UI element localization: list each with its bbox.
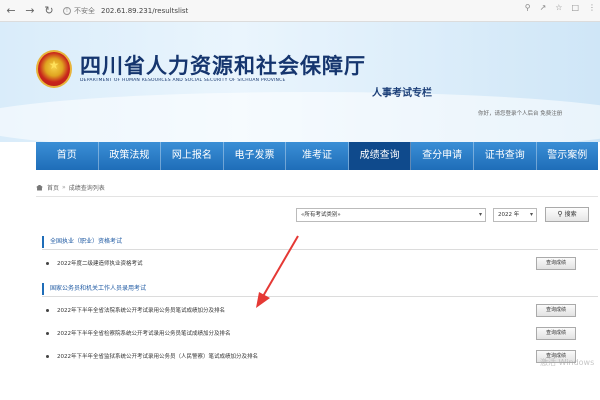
divider — [36, 196, 598, 197]
nav-item[interactable]: 电子发票 — [224, 142, 287, 170]
forward-icon[interactable]: → — [22, 3, 38, 19]
list-item: 2022年下半年全省检察院系统公开考试录用公务员笔试成绩加分及排名 查询成绩 — [46, 327, 588, 341]
breadcrumb-separator: » — [62, 184, 66, 191]
bullet-icon — [46, 355, 49, 358]
nav-item[interactable]: 准考证 — [286, 142, 349, 170]
exam-title[interactable]: 2022年下半年全省检察院系统公开考试录用公务员笔试成绩加分及排名 — [57, 327, 231, 341]
exam-title[interactable]: 2022年度二级建造师执业资格考试 — [57, 257, 143, 271]
exam-type-select[interactable]: «所有考试类别» ▾ — [296, 208, 486, 222]
bullet-icon — [46, 332, 49, 335]
warning-icon: ! — [63, 6, 71, 15]
breadcrumb: 首页 » 成绩查询列表 — [36, 183, 105, 192]
bullet-icon — [46, 262, 49, 265]
nav-item[interactable]: 警示案例 — [537, 142, 599, 170]
list-item: 2022年下半年全省监狱系统公开考试录用公务员（人民警察）笔试成绩加分及排名 查询… — [46, 350, 588, 364]
exam-title[interactable]: 2022年下半年全省法院系统公开考试录用公务员笔试成绩加分及排名 — [57, 304, 225, 318]
nav-item[interactable]: 网上报名 — [161, 142, 224, 170]
nav-item[interactable]: 成绩查询 — [348, 142, 412, 170]
query-score-button[interactable]: 查询成绩 — [536, 304, 576, 317]
list-item: 2022年度二级建造师执业资格考试 查询成绩 — [46, 257, 588, 271]
login-links[interactable]: 你好，请您登录个人后台 免费注册 — [478, 109, 562, 117]
search-button-label: 搜索 — [564, 211, 577, 218]
site-title: 四川省人力资源和社会保障厅 — [80, 53, 366, 78]
list-item: 2022年下半年全省法院系统公开考试录用公务员笔试成绩加分及排名 查询成绩 — [46, 304, 588, 318]
url-text: 202.61.89.231/resultslist — [101, 6, 189, 15]
site-title-english: DEPARTMENT OF HUMAN RESOURCES AND SOCIAL… — [80, 78, 286, 83]
search-icon: ⚲ — [557, 210, 563, 218]
nav-item[interactable]: 证书查询 — [474, 142, 537, 170]
bullet-icon — [46, 309, 49, 312]
nav-item[interactable]: 查分申请 — [411, 142, 474, 170]
breadcrumb-current: 成绩查询列表 — [68, 185, 105, 192]
section-subtitle: 人事考试专栏 — [372, 88, 432, 99]
share-icon[interactable]: ↗ — [540, 3, 547, 12]
section-heading: 全国执业（职业）资格考试 — [42, 236, 122, 248]
chevron-down-icon: ▾ — [478, 211, 482, 218]
section-divider — [42, 296, 598, 297]
extension-icon[interactable]: □ — [571, 3, 579, 12]
exam-type-value: «所有考试类别» — [301, 212, 341, 218]
banner-decoration — [0, 92, 600, 142]
main-nav: 首页 政策法规 网上报名 电子发票 准考证 成绩查询 查分申请 证书查询 警示案例 — [36, 142, 598, 170]
address-bar[interactable]: ! 不安全 202.61.89.231/resultslist — [63, 3, 188, 19]
chevron-down-icon: ▾ — [529, 211, 533, 218]
reload-icon[interactable]: ↻ — [41, 3, 57, 19]
section-heading: 国家公务员和机关工作人员录用考试 — [42, 283, 146, 295]
security-label: 不安全 — [74, 6, 95, 15]
breadcrumb-home[interactable]: 首页 — [47, 183, 59, 192]
year-value: 2022 年 — [498, 212, 520, 218]
home-icon — [36, 184, 43, 191]
back-icon[interactable]: ← — [3, 3, 19, 19]
browser-toolbar: ← → ↻ ! 不安全 202.61.89.231/resultslist ⚲ … — [0, 0, 600, 22]
exam-title[interactable]: 2022年下半年全省监狱系统公开考试录用公务员（人民警察）笔试成绩加分及排名 — [57, 350, 258, 364]
search-button[interactable]: ⚲ 搜索 — [545, 207, 589, 222]
os-watermark: 激活 Windows — [540, 358, 595, 367]
year-select[interactable]: 2022 年 ▾ — [493, 208, 537, 222]
menu-icon[interactable]: ⋮ — [588, 3, 596, 12]
national-emblem-icon: ★ — [36, 50, 72, 88]
query-score-button[interactable]: 查询成绩 — [536, 327, 576, 340]
bookmark-star-icon[interactable]: ☆ — [555, 3, 562, 12]
nav-item[interactable]: 首页 — [36, 142, 99, 170]
section-divider — [42, 249, 598, 250]
zoom-icon[interactable]: ⚲ — [525, 3, 531, 12]
nav-item[interactable]: 政策法规 — [99, 142, 162, 170]
query-score-button[interactable]: 查询成绩 — [536, 257, 576, 270]
